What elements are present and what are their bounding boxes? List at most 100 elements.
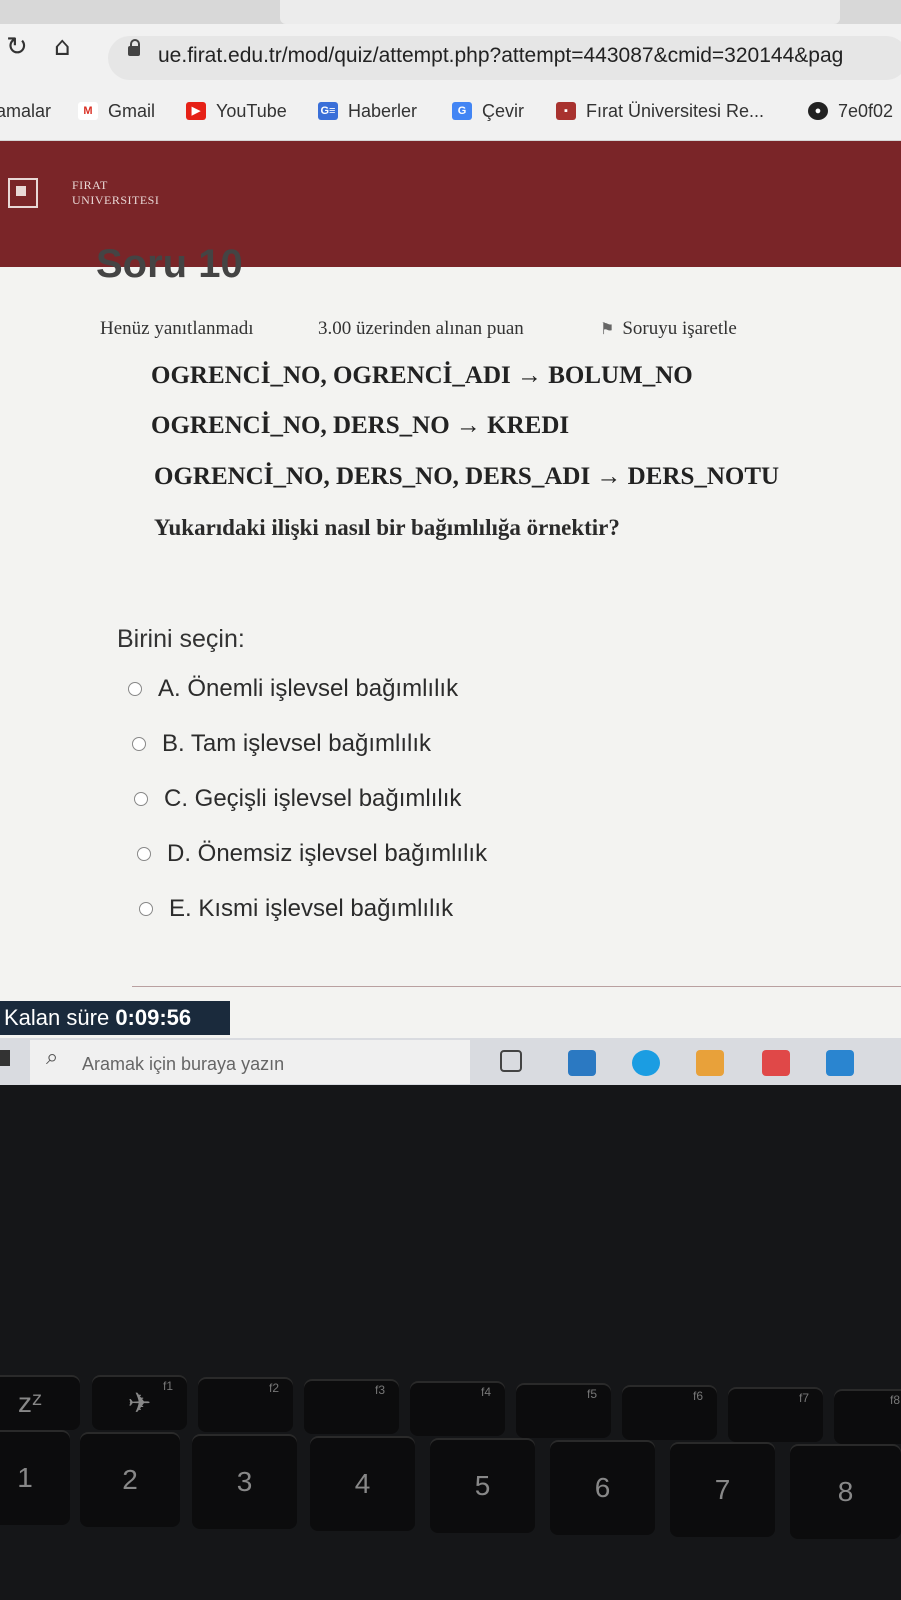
answer-option[interactable]: A. Önemli işlevsel bağımlılık (128, 675, 458, 703)
bookmark-label: Gmail (108, 100, 156, 121)
option-label[interactable]: D. Önemsiz işlevsel bağımlılık (167, 840, 487, 868)
bookmark-label: Haberler (348, 100, 418, 121)
task-view-icon[interactable] (500, 1050, 522, 1072)
timer-value: 0:09:56 (115, 1005, 192, 1030)
lock-icon[interactable] (128, 39, 140, 56)
key-label: f1 (162, 1379, 173, 1393)
news-icon: G≡ (318, 102, 338, 120)
f4-key: f4 (410, 1381, 505, 1436)
f5-key: f5 (516, 1383, 611, 1438)
laptop-screen: ↻ ⌂ ue.firat.edu.tr/mod/quiz/attempt.php… (0, 0, 901, 1085)
flag-label: Soruyu işaretle (622, 318, 737, 339)
z-key: zᶻ (0, 1375, 80, 1430)
start-icon[interactable] (0, 1050, 10, 1066)
answer-option[interactable]: D. Önemsiz işlevsel bağımlılık (137, 840, 487, 868)
radio-button[interactable] (132, 737, 146, 751)
f7-key: f7 (728, 1387, 823, 1442)
dependency-line: OGRENCİ_NO, OGRENCİ_ADI → BOLUM_NO (151, 362, 693, 389)
number-key: 7 (670, 1442, 775, 1537)
logo-line: FIRAT (72, 178, 108, 192)
number-key: 1 (0, 1430, 70, 1525)
answer-prompt: Birini seçin: (117, 625, 245, 653)
key-label: 4 (354, 1467, 371, 1499)
key-label: f6 (692, 1389, 703, 1403)
option-label[interactable]: C. Geçişli işlevsel bağımlılık (164, 785, 461, 813)
number-key: 8 (790, 1444, 901, 1539)
radio-button[interactable] (137, 847, 151, 861)
number-key: 6 (550, 1440, 655, 1535)
key-label: 8 (837, 1475, 854, 1507)
university-logo-icon[interactable] (8, 178, 38, 208)
f1-key: f1 ✈ (92, 1375, 187, 1430)
option-label[interactable]: A. Önemli işlevsel bağımlılık (158, 675, 458, 703)
key-label: 6 (594, 1471, 611, 1503)
taskbar-search-placeholder[interactable]: Aramak için buraya yazın (82, 1054, 284, 1075)
option-label[interactable]: B. Tam işlevsel bağımlılık (162, 730, 431, 758)
key-label: 3 (236, 1465, 253, 1497)
home-icon[interactable]: ⌂ (54, 32, 71, 62)
gmail-icon: M (78, 102, 98, 120)
laptop-keyboard: zᶻ f1 ✈ f2 f3 f4 f5 f6 f7 f8 1 2 3 4 5 6 … (0, 1085, 901, 1600)
dependency-line: OGRENCİ_NO, DERS_NO, DERS_ADI → DERS_NOT… (154, 463, 780, 490)
bookmark-cevir[interactable]: G Çevir (452, 96, 524, 126)
answer-option[interactable]: C. Geçişli işlevsel bağımlılık (134, 785, 461, 813)
key-label: 2 (122, 1463, 138, 1495)
key-label: 7 (714, 1473, 731, 1505)
bookmark-haberler[interactable]: G≡ Haberler (318, 96, 417, 126)
edge-icon[interactable] (632, 1050, 660, 1076)
question-points: 3.00 üzerinden alınan puan (318, 318, 524, 339)
f3-key: f3 (304, 1379, 399, 1434)
radio-button[interactable] (128, 682, 142, 696)
bookmark-apps[interactable]: amalar (0, 96, 51, 126)
number-key: 5 (430, 1438, 535, 1533)
key-label: f7 (798, 1391, 809, 1405)
reload-icon[interactable]: ↻ (6, 32, 28, 62)
mail-icon[interactable] (826, 1050, 854, 1076)
dependency-line: OGRENCİ_NO, DERS_NO → KREDI (151, 412, 570, 439)
number-key: 4 (310, 1436, 415, 1531)
firat-icon: ▪ (556, 102, 576, 120)
bookmark-label: 7e0f02 (838, 100, 894, 121)
store-icon[interactable] (696, 1050, 724, 1076)
key-label: f2 (268, 1381, 279, 1395)
question-status: Henüz yanıtlanmadı (100, 318, 254, 339)
flag-question-link[interactable]: ⚑ Soruyu işaretle (600, 318, 737, 340)
time-remaining: Kalan süre 0:09:56 (0, 1001, 230, 1035)
timer-label: Kalan süre (4, 1005, 110, 1030)
key-label: f5 (586, 1387, 597, 1401)
youtube-icon: ▶ (186, 102, 206, 120)
key-label: 5 (474, 1469, 491, 1501)
f2-key: f2 (198, 1377, 293, 1432)
key-label: f8 (889, 1393, 900, 1407)
bookmark-gmail[interactable]: M Gmail (78, 96, 155, 126)
bookmark-label: Fırat Üniversitesi Re... (586, 100, 765, 121)
university-logo-text: FIRAT UNIVERSITESI (72, 178, 159, 208)
f6-key: f6 (622, 1385, 717, 1440)
bookmark-firat[interactable]: ▪ Fırat Üniversitesi Re... (556, 96, 764, 126)
answer-option[interactable]: E. Kısmi işlevsel bağımlılık (139, 895, 453, 923)
search-icon: ⌕ (46, 1045, 59, 1070)
question-title: Soru 10 (96, 242, 243, 286)
question-text: Yukarıdaki ilişki nasıl bir bağımlılığa … (154, 515, 620, 540)
browser-tab-strip (0, 0, 901, 24)
bookmark-label: amalar (0, 100, 52, 121)
key-label: f3 (374, 1383, 385, 1397)
number-key: 2 (80, 1432, 180, 1527)
active-tab[interactable] (280, 0, 840, 24)
bookmark-github[interactable]: ● 7e0f02 (808, 96, 893, 126)
option-label[interactable]: E. Kısmi işlevsel bağımlılık (169, 895, 453, 923)
gift-icon[interactable] (762, 1050, 790, 1076)
translate-icon: G (452, 102, 472, 120)
github-icon: ● (808, 102, 828, 120)
number-key: 3 (192, 1434, 297, 1529)
logo-line: UNIVERSITESI (72, 193, 160, 207)
radio-button[interactable] (139, 902, 153, 916)
file-explorer-icon[interactable] (568, 1050, 596, 1076)
radio-button[interactable] (134, 792, 148, 806)
url-text[interactable]: ue.firat.edu.tr/mod/quiz/attempt.php?att… (158, 44, 843, 68)
answer-option[interactable]: B. Tam işlevsel bağımlılık (132, 730, 431, 758)
bookmark-label: YouTube (216, 100, 287, 121)
content-divider (132, 986, 901, 987)
bookmark-youtube[interactable]: ▶ YouTube (186, 96, 287, 126)
flag-icon: ⚑ (600, 319, 615, 338)
